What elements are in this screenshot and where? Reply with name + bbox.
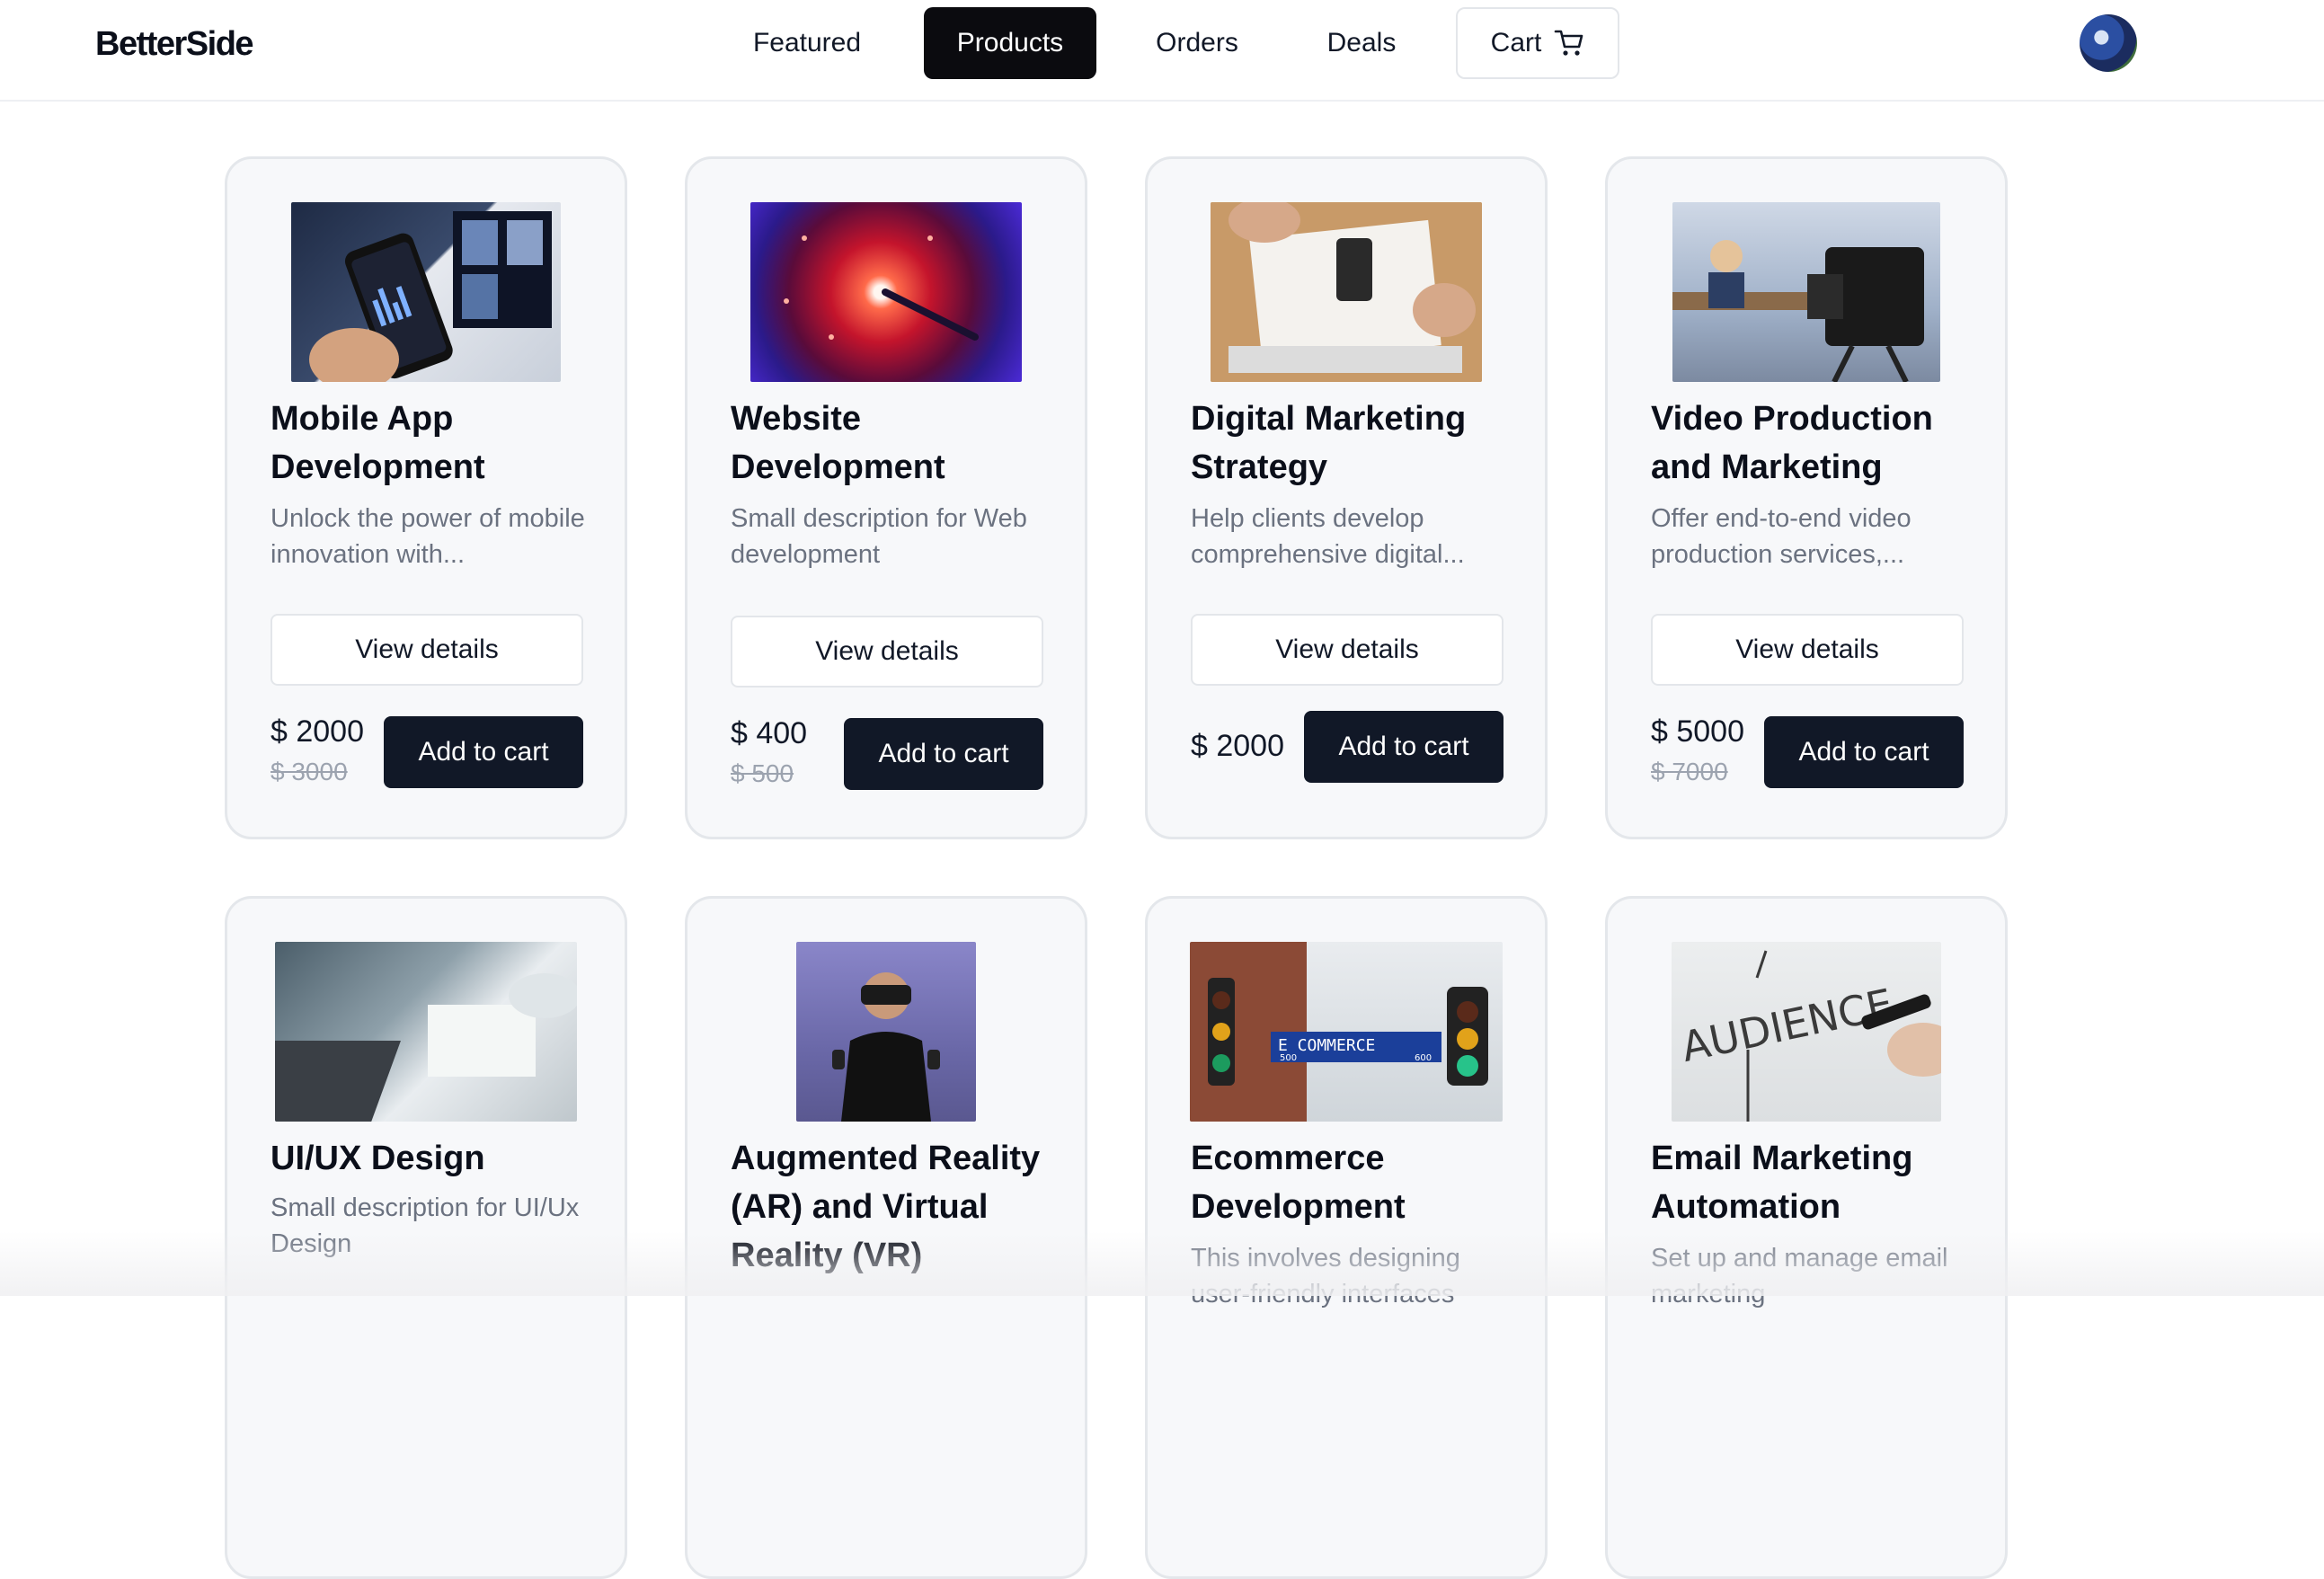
ecommerce-sign-text: E COMMERCE — [1278, 1036, 1375, 1055]
view-details-button[interactable]: View details — [1651, 614, 1964, 686]
product-image-mobile-app — [291, 202, 561, 382]
add-to-cart-button[interactable]: Add to cart — [1764, 716, 1964, 788]
product-description: Help clients develop comprehensive digit… — [1191, 504, 1465, 569]
product-title: UI/UX Design — [271, 1140, 485, 1177]
nav-cart-label: Cart — [1490, 28, 1542, 58]
product-card-video-production: Video Production and Marketing Offer end… — [1605, 156, 2008, 839]
view-details-button[interactable]: View details — [1191, 614, 1504, 686]
bottom-scroll-fade — [0, 1231, 2324, 1296]
product-price: $ 2000 — [1191, 729, 1284, 763]
product-description: Offer end-to-end video production servic… — [1651, 504, 1912, 569]
product-price: $ 400 — [731, 716, 808, 750]
view-details-button[interactable]: View details — [731, 616, 1043, 687]
product-price: $ 5000 — [1651, 714, 1744, 749]
product-image-ar-vr — [796, 942, 976, 1122]
product-title: Website Development — [731, 400, 945, 486]
nav-products[interactable]: Products — [924, 7, 1096, 79]
product-title: Email Marketing Automation — [1651, 1140, 1913, 1226]
top-navbar: BetterSide Featured Products Orders Deal… — [0, 0, 2324, 102]
product-price: $ 2000 — [271, 714, 364, 749]
product-image-video-production — [1672, 202, 1940, 382]
product-card-digital-marketing: Digital Marketing Strategy Help clients … — [1145, 156, 1548, 839]
product-title: Mobile App Development — [271, 400, 485, 486]
product-description: Small description for Web development — [731, 504, 1027, 569]
shopping-cart-icon — [1555, 30, 1583, 56]
product-image-email-marketing: AUDIENCE — [1672, 942, 1941, 1122]
user-avatar[interactable] — [2080, 14, 2137, 72]
product-old-price: $ 7000 — [1651, 758, 1728, 785]
product-image-digital-marketing — [1211, 202, 1482, 382]
product-card-mobile-app: Mobile App Development Unlock the power … — [225, 156, 627, 839]
view-details-button[interactable]: View details — [271, 614, 583, 686]
add-to-cart-button[interactable]: Add to cart — [1304, 711, 1504, 783]
nav-orders[interactable]: Orders — [1134, 7, 1260, 79]
ecommerce-sign-num-left: 500 — [1280, 1053, 1297, 1063]
product-image-website — [750, 202, 1022, 382]
brand-logo[interactable]: BetterSide — [95, 25, 254, 64]
product-old-price: $ 3000 — [271, 758, 348, 785]
product-image-ecommerce: E COMMERCE 500 600 — [1190, 942, 1503, 1122]
product-description: Unlock the power of mobile innovation wi… — [271, 504, 585, 569]
product-image-uiux — [275, 942, 577, 1122]
add-to-cart-button[interactable]: Add to cart — [384, 716, 583, 788]
product-title: Digital Marketing Strategy — [1191, 400, 1467, 486]
product-card-website: Website Development Small description fo… — [685, 156, 1087, 839]
nav-featured[interactable]: Featured — [726, 7, 888, 79]
product-title: Ecommerce Development — [1191, 1140, 1406, 1226]
product-old-price: $ 500 — [731, 759, 794, 787]
ecommerce-sign-num-right: 600 — [1415, 1053, 1432, 1063]
nav-cart-button[interactable]: Cart — [1456, 7, 1619, 79]
nav-deals[interactable]: Deals — [1307, 7, 1416, 79]
add-to-cart-button[interactable]: Add to cart — [844, 718, 1043, 790]
product-title: Video Production and Marketing — [1651, 400, 1933, 486]
